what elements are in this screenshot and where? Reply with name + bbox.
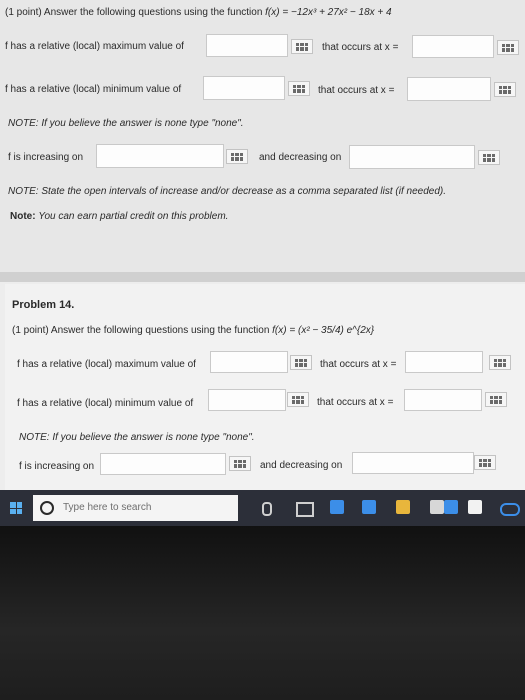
problem14-intro: (1 point) Answer the following questions…: [12, 325, 374, 336]
top-min-palette-icon[interactable]: [288, 81, 310, 96]
top-max-at-label: that occurs at x =: [322, 42, 399, 53]
p14-max-at-label: that occurs at x =: [320, 359, 397, 370]
task-view-icon[interactable]: [296, 502, 314, 517]
p14-min-at-label: that occurs at x =: [317, 397, 394, 408]
top-increasing-palette-icon[interactable]: [226, 149, 248, 164]
top-increasing-label: f is increasing on: [8, 152, 84, 163]
p14-decreasing-label: and decreasing on: [260, 460, 343, 471]
edge-icon[interactable]: [330, 500, 344, 514]
amazon-icon[interactable]: [468, 500, 482, 514]
top-decreasing-palette-icon[interactable]: [478, 150, 500, 165]
p14-max-label: f has a relative (local) maximum value o…: [17, 359, 196, 370]
store-icon[interactable]: [430, 500, 444, 514]
mic-icon[interactable]: [262, 502, 272, 516]
top-min-label: f has a relative (local) minimum value o…: [5, 84, 182, 95]
top-decreasing-input[interactable]: [349, 145, 475, 169]
p14-min-palette-icon[interactable]: [287, 392, 309, 407]
top-max-at-palette-icon[interactable]: [497, 40, 519, 55]
p14-min-input[interactable]: [208, 389, 286, 411]
top-decreasing-label: and decreasing on: [259, 152, 342, 163]
top-max-palette-icon[interactable]: [291, 39, 313, 54]
top-max-input[interactable]: [206, 34, 288, 57]
top-max-label: f has a relative (local) maximum value o…: [5, 41, 184, 52]
p14-note-none: NOTE: If you believe the answer is none …: [19, 432, 255, 443]
p14-min-label: f has a relative (local) minimum value o…: [17, 398, 194, 409]
problem14-title: Problem 14.: [12, 299, 75, 311]
cortana-circle-icon: [40, 501, 54, 515]
problem14-intro-text: (1 point) Answer the following questions…: [12, 325, 273, 336]
top-note-none: NOTE: If you believe the answer is none …: [8, 118, 244, 129]
app-icon[interactable]: [444, 500, 458, 514]
folder-icon[interactable]: [396, 500, 410, 514]
top-max-at-input[interactable]: [412, 35, 494, 58]
top-function: f(x) = −12x³ + 27x² − 18x + 4: [265, 7, 392, 18]
top-note-intervals: NOTE: State the open intervals of increa…: [8, 186, 447, 197]
p14-max-palette-icon[interactable]: [290, 355, 312, 370]
p14-increasing-label: f is increasing on: [19, 461, 95, 472]
problem-separator: [0, 272, 525, 282]
top-intro: (1 point) Answer the following questions…: [5, 7, 392, 18]
browser-screen: (1 point) Answer the following questions…: [0, 0, 525, 526]
p14-decreasing-palette-icon[interactable]: [474, 455, 496, 470]
p14-max-input[interactable]: [210, 351, 288, 373]
windows-logo-icon[interactable]: [10, 502, 22, 514]
p14-min-at-input[interactable]: [404, 389, 482, 411]
top-intro-text: (1 point) Answer the following questions…: [5, 7, 266, 18]
link-icon[interactable]: [500, 503, 520, 516]
p14-increasing-palette-icon[interactable]: [229, 456, 251, 471]
top-note-partial: Note: You can earn partial credit on thi…: [10, 211, 229, 222]
top-min-at-input[interactable]: [407, 77, 491, 101]
top-min-input[interactable]: [203, 76, 285, 100]
top-increasing-input[interactable]: [96, 144, 224, 168]
p14-max-at-input[interactable]: [405, 351, 483, 373]
monitor-bezel: [0, 526, 525, 700]
search-placeholder: Type here to search: [63, 502, 152, 513]
p14-min-at-palette-icon[interactable]: [485, 392, 507, 407]
p14-decreasing-input[interactable]: [352, 452, 474, 474]
top-min-at-label: that occurs at x =: [318, 85, 395, 96]
top-min-at-palette-icon[interactable]: [494, 82, 516, 97]
taskbar-search-box[interactable]: Type here to search: [33, 495, 238, 521]
problem14-function: f(x) = (x² − 35/4) e^{2x}: [272, 325, 375, 336]
p14-max-at-palette-icon[interactable]: [489, 355, 511, 370]
p14-increasing-input[interactable]: [100, 453, 226, 475]
mail-icon[interactable]: [362, 500, 376, 514]
